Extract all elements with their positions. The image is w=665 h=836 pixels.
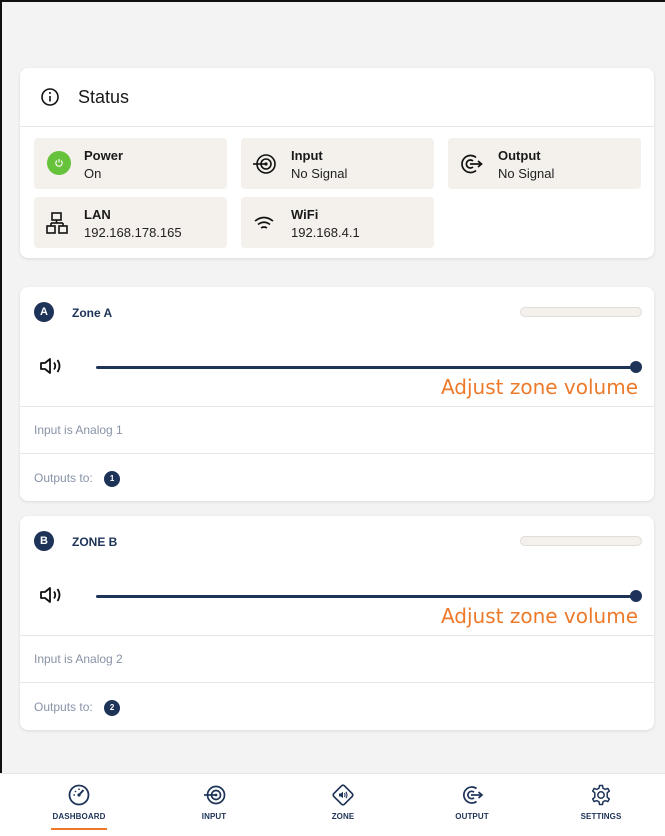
lan-label: LAN bbox=[84, 207, 111, 222]
output-tile: Output No Signal bbox=[448, 138, 641, 189]
zone-outputs-row[interactable]: Outputs to: 2 bbox=[20, 682, 654, 730]
volume-slider[interactable] bbox=[96, 366, 636, 369]
nav-label: SETTINGS bbox=[580, 812, 622, 821]
zone-outputs-row[interactable]: Outputs to: 1 bbox=[20, 453, 654, 501]
wifi-label: WiFi bbox=[291, 207, 319, 222]
output-badge: 1 bbox=[104, 470, 121, 487]
lan-value: 192.168.178.165 bbox=[84, 225, 182, 240]
zone-input-row[interactable]: Input is Analog 1 bbox=[20, 406, 654, 453]
output-label: Output bbox=[498, 148, 541, 163]
output-icon bbox=[461, 154, 483, 174]
zone-input-row[interactable]: Input is Analog 2 bbox=[20, 635, 654, 682]
input-label: Input bbox=[291, 148, 323, 163]
output-icon bbox=[463, 786, 484, 804]
output-badge: 2 bbox=[104, 699, 121, 716]
zone-header[interactable]: A Zone A bbox=[20, 287, 654, 337]
power-tile: Power On bbox=[34, 138, 227, 189]
zone-badge: B bbox=[34, 531, 54, 551]
volume-row: Adjust zone volume bbox=[20, 349, 654, 399]
wifi-value: 192.168.4.1 bbox=[291, 225, 360, 240]
zone-badge: A bbox=[34, 302, 54, 322]
output-value: No Signal bbox=[498, 166, 555, 181]
nav-zone[interactable]: ZONE bbox=[288, 774, 398, 836]
wifi-tile: WiFi 192.168.4.1 bbox=[241, 197, 434, 248]
volume-slider-thumb[interactable] bbox=[630, 361, 642, 373]
input-icon bbox=[253, 154, 276, 174]
zone-name: ZONE B bbox=[72, 535, 118, 549]
zone-level-bar bbox=[520, 307, 642, 317]
nav-input[interactable]: INPUT bbox=[159, 774, 269, 836]
power-label: Power bbox=[84, 148, 124, 163]
input-tile: Input No Signal bbox=[241, 138, 434, 189]
input-icon bbox=[204, 785, 226, 805]
input-value: No Signal bbox=[291, 166, 348, 181]
bottom-nav: DASHBOARD INPUT ZONE OUTPUT SETTINGS bbox=[0, 773, 665, 836]
volume-slider[interactable] bbox=[96, 595, 636, 598]
volume-slider-thumb[interactable] bbox=[630, 590, 642, 602]
lan-icon bbox=[46, 212, 68, 234]
volume-hint: Adjust zone volume bbox=[440, 375, 638, 399]
status-header: Status bbox=[20, 68, 654, 127]
nav-label: DASHBOARD bbox=[52, 812, 106, 821]
power-icon bbox=[47, 151, 71, 175]
volume-icon[interactable] bbox=[38, 584, 64, 606]
info-icon bbox=[41, 88, 59, 106]
zone-header[interactable]: B ZONE B bbox=[20, 516, 654, 566]
power-value: On bbox=[84, 166, 102, 181]
zone-input-text: Input is Analog 2 bbox=[34, 652, 123, 666]
zone-icon bbox=[332, 784, 354, 806]
nav-dashboard[interactable]: DASHBOARD bbox=[24, 774, 134, 836]
volume-hint: Adjust zone volume bbox=[440, 604, 638, 628]
nav-settings[interactable]: SETTINGS bbox=[546, 774, 656, 836]
lan-tile: LAN 192.168.178.165 bbox=[34, 197, 227, 248]
status-card: Status Power On Input No Signal Output N… bbox=[20, 68, 654, 258]
zone-card-b[interactable]: B ZONE B Adjust zone volume Input is Ana… bbox=[20, 516, 654, 730]
nav-active-indicator bbox=[51, 828, 107, 830]
nav-label: INPUT bbox=[201, 812, 227, 821]
outputs-label: Outputs to: bbox=[34, 700, 93, 714]
nav-label: OUTPUT bbox=[455, 812, 489, 821]
outputs-label: Outputs to: bbox=[34, 471, 93, 485]
wifi-icon bbox=[254, 216, 274, 229]
nav-output[interactable]: OUTPUT bbox=[417, 774, 527, 836]
zone-card-a[interactable]: A Zone A Adjust zone volume Input is Ana… bbox=[20, 287, 654, 501]
settings-icon bbox=[591, 784, 611, 806]
dashboard-icon bbox=[68, 784, 90, 806]
status-title: Status bbox=[78, 86, 130, 107]
volume-icon[interactable] bbox=[38, 355, 64, 377]
volume-row: Adjust zone volume bbox=[20, 578, 654, 628]
zone-input-text: Input is Analog 1 bbox=[34, 423, 123, 437]
zone-level-bar bbox=[520, 536, 642, 546]
zone-name: Zone A bbox=[72, 306, 113, 320]
nav-label: ZONE bbox=[331, 812, 355, 821]
